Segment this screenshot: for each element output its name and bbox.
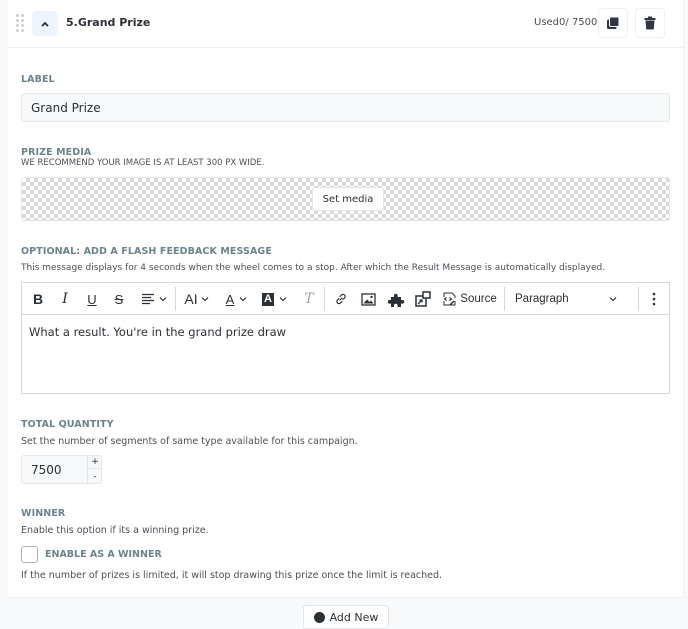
- winner-heading: WINNER: [21, 508, 66, 519]
- insert-embed-button[interactable]: [413, 283, 433, 315]
- strikethrough-button[interactable]: S: [109, 283, 129, 315]
- toolbar-separator: [324, 287, 325, 311]
- link-icon: [336, 293, 346, 305]
- increment-button[interactable]: +: [88, 456, 102, 469]
- remove-format-icon: T: [304, 291, 314, 307]
- background-color-icon: A: [262, 292, 274, 306]
- prize-media-heading: PRIZE MEDIA: [21, 147, 92, 158]
- remove-format-button[interactable]: T: [299, 283, 319, 315]
- font-color-icon: A: [225, 291, 235, 307]
- bold-button[interactable]: B: [28, 283, 48, 315]
- chevron-up-icon: [41, 21, 49, 27]
- chevron-down-icon: [609, 297, 617, 302]
- source-code-icon: [443, 292, 456, 306]
- quantity-value[interactable]: 7500: [31, 463, 62, 477]
- image-icon: [360, 292, 376, 306]
- feedback-hint: This message displays for 4 seconds when…: [21, 263, 606, 273]
- background-color-dropdown[interactable]: A: [259, 283, 291, 315]
- italic-icon: I: [62, 291, 68, 307]
- rich-text-editor: B I U S AI A A T Source Paragraph What a…: [21, 282, 670, 394]
- quantity-hint: Set the number of segments of same type …: [21, 436, 358, 447]
- strikethrough-icon: S: [114, 291, 124, 307]
- toolbar-separator: [175, 287, 176, 311]
- chevron-down-icon: [279, 297, 287, 302]
- more-vertical-icon: [652, 292, 656, 306]
- font-size-dropdown[interactable]: AI: [180, 283, 214, 315]
- prize-media-hint: WE RECOMMEND YOUR IMAGE IS AT LEAST 300 …: [21, 158, 265, 168]
- align-left-icon: [141, 293, 154, 305]
- enable-winner-label[interactable]: ENABLE AS A WINNER: [45, 549, 162, 560]
- add-new-label: Add New: [329, 610, 379, 624]
- add-new-button[interactable]: Add New: [303, 605, 389, 629]
- editor-content[interactable]: What a result. You're in the grand prize…: [29, 325, 286, 339]
- feedback-heading: OPTIONAL: ADD A FLASH FEEDBACK MESSAGE: [21, 246, 272, 257]
- plus-circle-icon: [313, 611, 325, 623]
- chevron-down-icon: [239, 297, 247, 302]
- source-label: Source: [460, 293, 497, 305]
- trash-icon: [644, 16, 656, 30]
- label-input[interactable]: [21, 93, 670, 122]
- link-button[interactable]: [331, 283, 351, 315]
- label-heading: LABEL: [21, 74, 55, 85]
- font-size-icon: AI: [184, 291, 198, 307]
- decrement-button[interactable]: -: [88, 470, 102, 483]
- duplicate-button[interactable]: [598, 8, 628, 38]
- align-dropdown[interactable]: [137, 283, 171, 315]
- quantity-stepper[interactable]: 7500 + -: [21, 455, 102, 484]
- heading-select-value: Paragraph: [515, 293, 569, 305]
- chevron-down-icon: [201, 297, 209, 302]
- chevron-down-icon: [159, 297, 166, 302]
- winner-hint: Enable this option if its a winning priz…: [21, 525, 209, 536]
- collapse-button[interactable]: [32, 11, 58, 36]
- heading-select[interactable]: Paragraph: [510, 283, 622, 315]
- underline-button[interactable]: U: [82, 283, 102, 315]
- italic-button[interactable]: I: [55, 283, 75, 315]
- puzzle-icon: [387, 293, 404, 307]
- insert-widget-button[interactable]: [385, 283, 407, 315]
- winner-footer-note: If the number of prizes is limited, it w…: [21, 570, 443, 581]
- toolbar-separator: [504, 287, 505, 311]
- prize-title: 5.Grand Prize: [66, 16, 151, 29]
- font-color-dropdown[interactable]: A: [221, 283, 253, 315]
- set-media-button[interactable]: Set media: [312, 187, 384, 211]
- drag-handle-icon[interactable]: [16, 14, 24, 32]
- bold-icon: B: [32, 291, 44, 307]
- source-button[interactable]: Source: [440, 283, 498, 315]
- prize-card: 5.Grand Prize Used0/ 7500 LABEL PRIZE ME…: [8, 0, 684, 598]
- more-options-button[interactable]: [644, 283, 664, 315]
- underline-icon: U: [87, 291, 97, 307]
- quantity-heading: TOTAL QUANTITY: [21, 419, 114, 430]
- prize-header: 5.Grand Prize Used0/ 7500: [8, 0, 684, 48]
- insert-image-button[interactable]: [358, 283, 378, 315]
- embed-media-icon: [415, 291, 431, 307]
- usage-counter: Used0/ 7500: [534, 17, 598, 28]
- delete-button[interactable]: [635, 8, 665, 38]
- editor-toolbar: B I U S AI A A T Source Paragraph: [22, 283, 669, 315]
- toolbar-separator: [638, 287, 639, 311]
- copy-icon: [607, 16, 620, 29]
- media-dropzone[interactable]: Set media: [21, 177, 670, 221]
- enable-winner-checkbox[interactable]: [21, 546, 38, 563]
